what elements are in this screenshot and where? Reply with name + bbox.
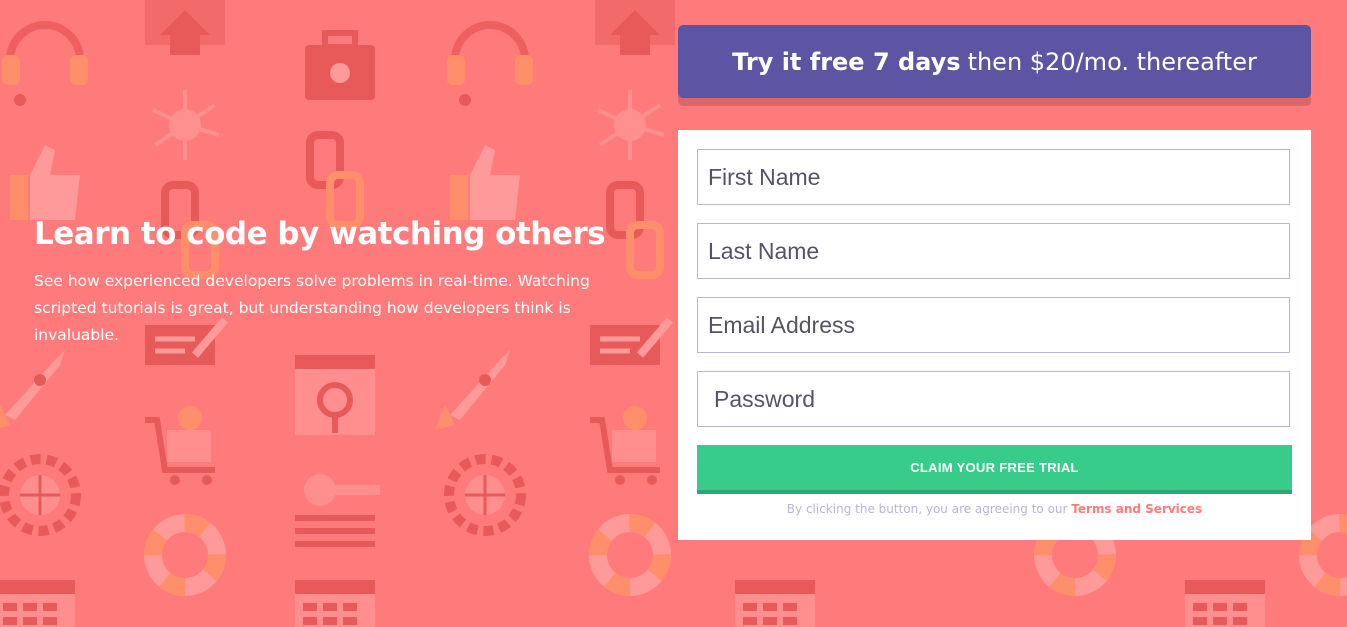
banner-highlight: Try it free 7 days bbox=[732, 47, 961, 76]
terms-notice: By clicking the button, you are agreeing… bbox=[678, 502, 1311, 516]
trial-banner: Try it free 7 days then $20/mo. thereaft… bbox=[678, 25, 1311, 98]
password-field[interactable] bbox=[697, 371, 1290, 427]
banner-price: then $20/mo. thereafter bbox=[967, 47, 1257, 76]
last-name-field[interactable] bbox=[697, 223, 1290, 279]
hero-section: Learn to code by watching others See how… bbox=[34, 212, 634, 349]
hero-title: Learn to code by watching others bbox=[34, 216, 606, 252]
signup-form: CLAIM YOUR FREE TRIAL By clicking the bu… bbox=[678, 130, 1311, 540]
terms-link[interactable]: Terms and Services bbox=[1071, 502, 1202, 516]
terms-prefix: By clicking the button, you are agreeing… bbox=[786, 502, 1068, 516]
hero-description: See how experienced developers solve pro… bbox=[34, 272, 590, 344]
claim-trial-button[interactable]: CLAIM YOUR FREE TRIAL bbox=[697, 445, 1292, 490]
first-name-field[interactable] bbox=[697, 149, 1290, 205]
email-field[interactable] bbox=[697, 297, 1290, 353]
